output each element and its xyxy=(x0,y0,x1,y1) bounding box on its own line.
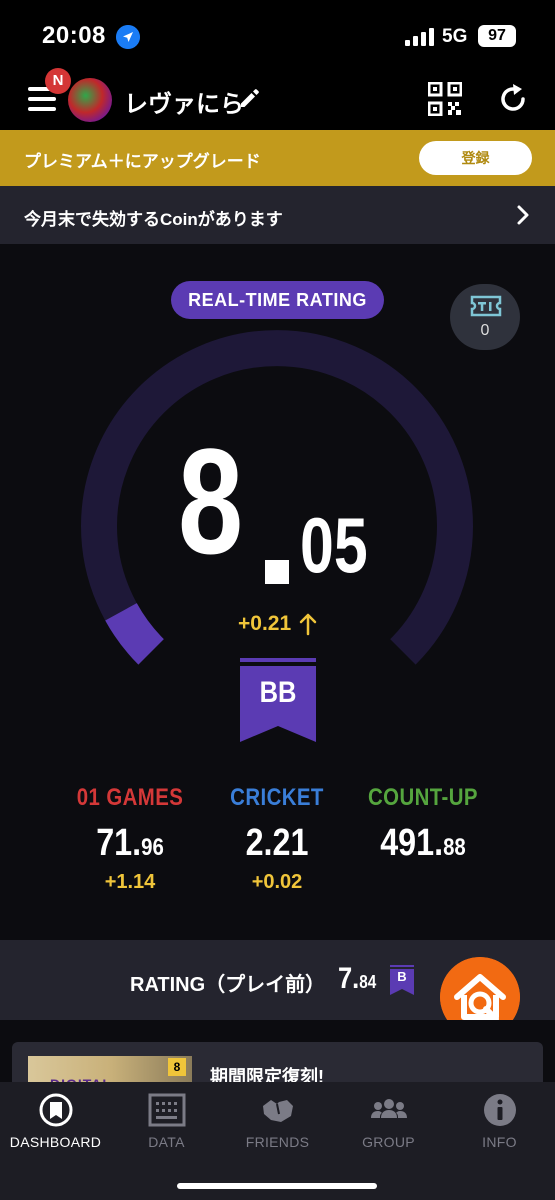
tab-data[interactable]: DATA xyxy=(111,1092,222,1150)
stat-value: 2.21 xyxy=(245,822,309,864)
network-label: 5G xyxy=(442,26,468,47)
home-indicator xyxy=(177,1183,377,1189)
premium-banner[interactable]: プレミアム＋にアップグレード 登録 xyxy=(0,130,555,186)
stat-count-up[interactable]: COUNT-UP 491.88 xyxy=(343,784,503,871)
rating-decimal-point xyxy=(265,560,289,584)
qr-code-icon[interactable] xyxy=(428,82,462,116)
status-bar: 20:08 5G 97 xyxy=(0,0,555,70)
battery-icon: 97 xyxy=(478,25,516,47)
ticket-button[interactable]: 0 xyxy=(450,284,520,350)
tab-info[interactable]: INFO xyxy=(444,1092,555,1150)
friends-icon xyxy=(262,1100,293,1122)
rank-label: BB xyxy=(259,676,297,709)
stat-cricket[interactable]: CRICKET 2.21 +0.02 xyxy=(197,784,357,894)
app-header: N レヴァにら xyxy=(0,68,555,130)
arrow-up-icon xyxy=(299,613,317,636)
register-button[interactable]: 登録 xyxy=(419,141,532,175)
rating-integer: 8 xyxy=(178,417,244,585)
tab-group[interactable]: GROUP xyxy=(333,1092,444,1150)
stat-01-games[interactable]: 01 GAMES 71.96 +1.14 xyxy=(50,784,210,894)
tab-dashboard[interactable]: DASHBOARD xyxy=(0,1092,111,1150)
status-time: 20:08 xyxy=(42,22,106,49)
pre-play-label: RATING（プレイ前） xyxy=(130,974,326,996)
rating-delta: +0.21 xyxy=(238,612,292,635)
stat-title: COUNT-UP xyxy=(368,784,478,811)
avatar[interactable] xyxy=(68,78,112,122)
premium-upgrade-text: プレミアム＋にアップグレード xyxy=(24,152,261,171)
ticket-icon xyxy=(470,295,502,317)
info-icon xyxy=(483,1094,516,1126)
group-icon xyxy=(370,1099,407,1118)
stat-delta: +1.14 xyxy=(104,871,156,893)
stat-delta: +0.02 xyxy=(251,871,303,893)
notification-badge[interactable]: N xyxy=(45,68,71,94)
stat-title: 01 GAMES xyxy=(76,784,184,811)
rating-panel: REAL-TIME RATING 0 8 05 +0.21 BB 01 GAME… xyxy=(0,244,555,940)
dashboard-icon xyxy=(39,1093,72,1127)
pre-play-rating-bar: RATING（プレイ前） 7.84 B xyxy=(0,940,555,1037)
chevron-right-icon xyxy=(517,205,529,225)
pre-play-value: 7.84 xyxy=(338,962,377,995)
rating-decimal: 05 xyxy=(300,501,368,589)
location-icon xyxy=(116,25,140,49)
stat-value: 491.88 xyxy=(380,822,466,864)
tab-friends[interactable]: FRIENDS xyxy=(222,1092,333,1150)
data-icon xyxy=(148,1093,185,1127)
coin-expiry-text: 今月末で失効するCoinがあります xyxy=(24,210,283,229)
refresh-icon[interactable] xyxy=(496,82,530,116)
news-thumb-badge: 8 xyxy=(168,1058,186,1076)
signal-icon xyxy=(405,28,434,46)
stat-value: 71.96 xyxy=(96,822,164,864)
pre-play-rank-label: B xyxy=(397,969,407,984)
pencil-icon[interactable] xyxy=(238,86,262,110)
username[interactable]: レヴァにら xyxy=(124,84,244,119)
news-section: DIGITAL 8 期間限定復刻! xyxy=(0,1020,555,1102)
realtime-rating-label: REAL-TIME RATING xyxy=(171,281,384,319)
ticket-count: 0 xyxy=(480,322,490,339)
stat-title: CRICKET xyxy=(230,784,324,811)
coin-expiry-notice[interactable]: 今月末で失効するCoinがあります xyxy=(0,186,555,244)
